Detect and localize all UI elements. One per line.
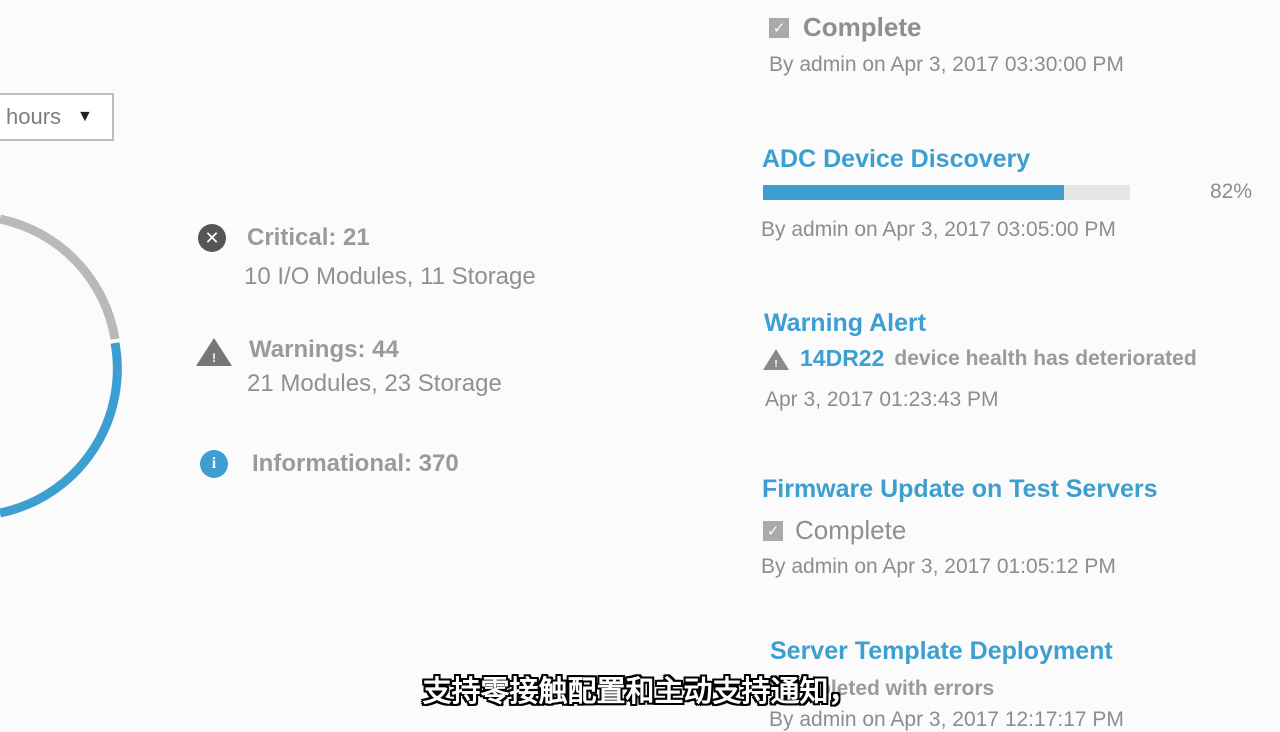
activity-2-title[interactable]: Warning Alert (764, 309, 926, 338)
activity-1-meta: By admin on Apr 3, 2017 03:05:00 PM (761, 218, 1116, 241)
warning-triangle-icon: ! (763, 348, 789, 370)
critical-x-icon: ✕ (198, 224, 226, 252)
activity-0-meta: By admin on Apr 3, 2017 03:30:00 PM (769, 53, 1124, 76)
critical-detail: 10 I/O Modules, 11 Storage (244, 263, 536, 290)
svg-text:!: ! (774, 359, 777, 370)
activity-3-meta: By admin on Apr 3, 2017 01:05:12 PM (761, 555, 1116, 578)
progress-fill (763, 185, 1064, 200)
warnings-title: Warnings: 44 (249, 336, 399, 363)
svg-text:!: ! (212, 351, 216, 365)
activity-4-meta: By admin on Apr 3, 2017 12:17:17 PM (769, 708, 1124, 731)
checkbox-icon: ✓ (763, 520, 783, 541)
health-donut-chart (0, 214, 122, 518)
warnings-detail: 21 Modules, 23 Storage (247, 370, 502, 397)
activity-3-status: ✓ Complete (763, 515, 906, 546)
activity-2-meta: Apr 3, 2017 01:23:43 PM (765, 388, 999, 411)
critical-title: Critical: 21 (247, 224, 370, 251)
video-subtitle: 支持零接触配置和主动支持通知， (422, 674, 858, 708)
donut-blue-segment (0, 342, 122, 518)
activity-3-title[interactable]: Firmware Update on Test Servers (762, 475, 1158, 504)
activity-2-alert: ! 14DR22 device health has deteriorated (763, 345, 1197, 372)
donut-gray-segment (0, 214, 120, 340)
info-icon: i (200, 450, 228, 478)
activity-1-title[interactable]: ADC Device Discovery (762, 145, 1030, 174)
alert-message: device health has deteriorated (894, 346, 1197, 370)
activity-1-progress-label: 82% (1210, 180, 1253, 203)
informational-title: Informational: 370 (252, 450, 459, 477)
activity-0-status: ✓ Complete (769, 12, 921, 43)
alert-device-link[interactable]: 14DR22 (800, 345, 884, 372)
activity-1-progress-bar (763, 185, 1130, 200)
checkbox-icon: ✓ (769, 17, 789, 38)
warning-triangle-icon: ! (196, 338, 232, 366)
activity-4-title[interactable]: Server Template Deployment (770, 637, 1113, 666)
